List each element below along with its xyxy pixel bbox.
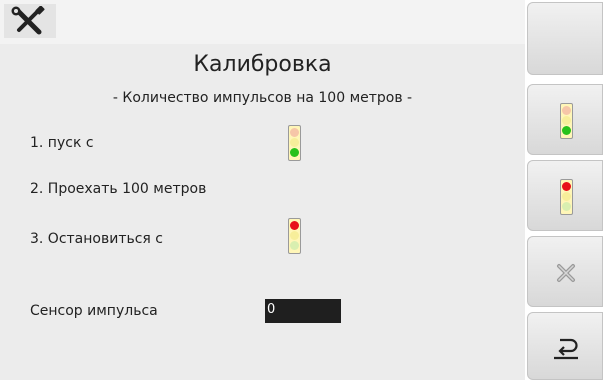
lamp-green-off (562, 202, 571, 211)
header-bar (0, 0, 525, 44)
tools-icon (11, 6, 45, 35)
lamp-yellow-off (562, 192, 571, 201)
lamp-red-on (290, 221, 299, 230)
back-icon (554, 338, 578, 360)
lamp-yellow-off (562, 116, 571, 125)
traffic-light-red-icon (560, 179, 573, 215)
step-start-label: 1. пуск с (30, 135, 94, 151)
page-subtitle: - Количество импульсов на 100 метров - (112, 90, 413, 106)
page-title: Калибровка (193, 52, 332, 77)
step-stop-label: 3. Остановиться с (30, 231, 163, 247)
calibration-screen: Калибровка - Количество импульсов на 100… (0, 0, 605, 380)
lamp-red-on (562, 182, 571, 191)
lamp-green-on (562, 126, 571, 135)
sensor-value-field: 0 (265, 299, 341, 323)
lamp-yellow-off (290, 138, 299, 147)
step-drive-label: 2. Проехать 100 метров (30, 181, 207, 197)
cancel-button[interactable] (527, 236, 603, 307)
tools-button[interactable] (4, 4, 56, 38)
traffic-light-green-icon (288, 125, 301, 161)
stop-signal-button[interactable] (527, 160, 603, 231)
side-button-column (525, 0, 605, 380)
main-panel: Калибровка - Количество импульсов на 100… (0, 0, 525, 380)
lamp-yellow-off (290, 231, 299, 240)
traffic-light-green-icon (560, 103, 573, 139)
lamp-green-on (290, 148, 299, 157)
lamp-red-off (290, 128, 299, 137)
close-icon (557, 264, 575, 282)
side-button-empty[interactable] (527, 2, 603, 75)
lamp-red-off (562, 106, 571, 115)
sensor-label: Сенсор импульса (30, 303, 158, 319)
lamp-green-off (290, 241, 299, 250)
start-signal-button[interactable] (527, 84, 603, 155)
back-button[interactable] (527, 312, 603, 380)
traffic-light-red-icon (288, 218, 301, 254)
